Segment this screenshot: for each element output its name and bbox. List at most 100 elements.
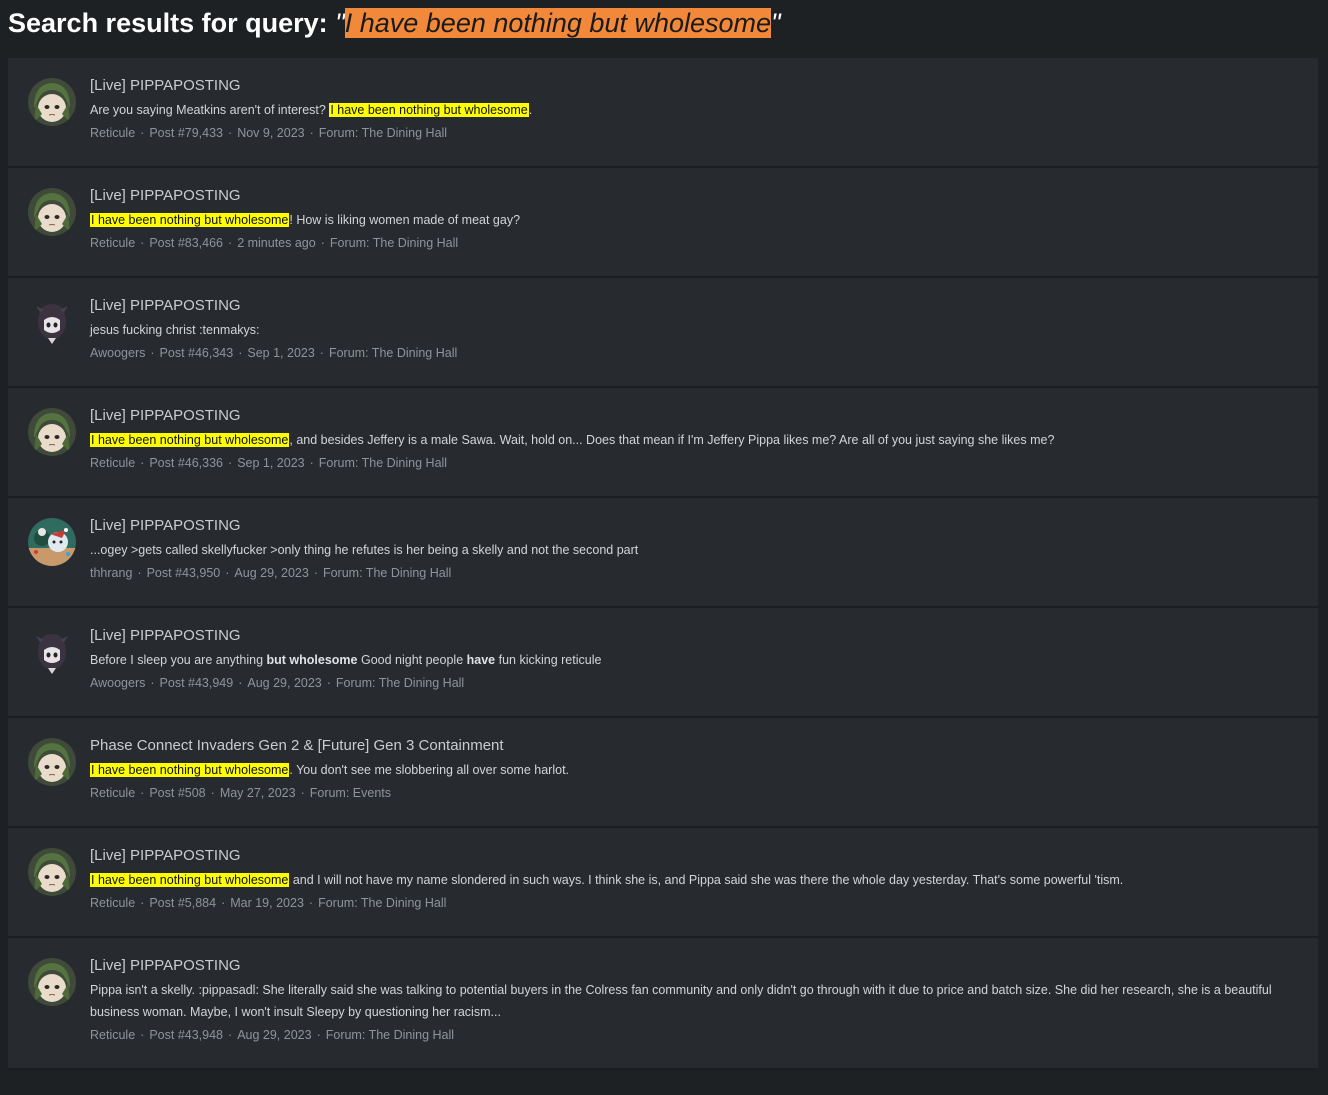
result-meta: Reticule · Post #83,466 · 2 minutes ago · Foru… xyxy=(90,236,459,250)
search-result[interactable]: [Live] PIPPAPOSTING jesus fucking christ… xyxy=(8,278,1318,388)
result-author-link[interactable]: Reticule xyxy=(90,896,135,910)
result-thread-title[interactable]: [Live] PIPPAPOSTING xyxy=(90,956,1278,976)
result-forum-link[interactable]: Forum: Events xyxy=(310,786,391,800)
result-author-link[interactable]: Reticule xyxy=(90,786,135,800)
result-forum-link[interactable]: Forum: The Dining Hall xyxy=(318,896,446,910)
search-result[interactable]: [Live] PIPPAPOSTING Are you saying Meatk… xyxy=(8,58,1318,168)
snippet-match: have xyxy=(466,653,496,667)
search-result[interactable]: [Live] PIPPAPOSTING Pippa isn't a skelly… xyxy=(8,938,1318,1070)
result-thread-title[interactable]: Phase Connect Invaders Gen 2 & [Future] … xyxy=(90,736,1278,756)
avatar[interactable] xyxy=(28,848,76,896)
result-thread-title[interactable]: [Live] PIPPAPOSTING xyxy=(90,516,1278,536)
result-post-link[interactable]: Post #43,950 xyxy=(147,566,221,580)
result-thread-title[interactable]: [Live] PIPPAPOSTING xyxy=(90,406,1278,426)
avatar[interactable] xyxy=(28,738,76,786)
snippet-text: ! How is liking women made of meat gay? xyxy=(289,213,521,227)
snippet-text: . You don't see me slobbering all over s… xyxy=(289,763,570,777)
result-snippet: Before I sleep you are anything but whol… xyxy=(90,649,1278,671)
result-date: Aug 29, 2023 xyxy=(237,1028,312,1042)
result-forum-link[interactable]: Forum: The Dining Hall xyxy=(319,456,447,470)
result-snippet: I have been nothing but wholesome and I … xyxy=(90,869,1278,891)
snippet-text: , and besides Jeffery is a male Sawa. Wa… xyxy=(289,433,1055,447)
snippet-text: . xyxy=(528,103,533,117)
result-post-link[interactable]: Post #508 xyxy=(149,786,205,800)
result-author-link[interactable]: Awoogers xyxy=(90,676,145,690)
result-snippet: I have been nothing but wholesome, and b… xyxy=(90,429,1278,451)
result-meta: thhrang · Post #43,950 · Aug 29, 2023 · Forum:… xyxy=(90,566,452,580)
result-author-link[interactable]: Reticule xyxy=(90,126,135,140)
snippet-text: Are you saying Meatkins aren't of intere… xyxy=(90,103,330,117)
result-forum-link[interactable]: Forum: The Dining Hall xyxy=(329,346,457,360)
heading-label: Search results for query: xyxy=(8,8,328,38)
result-thread-title[interactable]: [Live] PIPPAPOSTING xyxy=(90,626,1278,646)
result-post-link[interactable]: Post #5,884 xyxy=(149,896,216,910)
avatar[interactable] xyxy=(28,628,76,676)
query-close-quote: " xyxy=(771,8,781,38)
snippet-text: Before I sleep you are anything xyxy=(90,653,267,667)
search-result[interactable]: [Live] PIPPAPOSTING I have been nothing … xyxy=(8,828,1318,938)
result-date: 2 minutes ago xyxy=(237,236,316,250)
result-meta: Awoogers · Post #43,949 · Aug 29, 2023 · Forum… xyxy=(90,676,465,690)
search-result[interactable]: [Live] PIPPAPOSTING I have been nothing … xyxy=(8,168,1318,278)
result-meta: Awoogers · Post #46,343 · Sep 1, 2023 · Forum:… xyxy=(90,346,458,360)
query-open-quote: " xyxy=(335,8,345,38)
snippet-text: and I will not have my name slondered in… xyxy=(289,873,1124,887)
snippet-text: jesus fucking christ :tenmakys: xyxy=(90,323,260,337)
result-thread-title[interactable]: [Live] PIPPAPOSTING xyxy=(90,76,1278,96)
result-date: Sep 1, 2023 xyxy=(237,456,305,470)
result-snippet: I have been nothing but wholesome! How i… xyxy=(90,209,1278,231)
avatar[interactable] xyxy=(28,78,76,126)
avatar[interactable] xyxy=(28,188,76,236)
result-forum-link[interactable]: Forum: The Dining Hall xyxy=(326,1028,454,1042)
result-post-link[interactable]: Post #83,466 xyxy=(149,236,223,250)
search-result[interactable]: [Live] PIPPAPOSTING Before I sleep you a… xyxy=(8,608,1318,718)
result-author-link[interactable]: Reticule xyxy=(90,456,135,470)
page-title: Search results for query: "I have been n… xyxy=(0,0,1328,48)
snippet-highlight: I have been nothing but wholesome xyxy=(90,873,290,887)
result-post-link[interactable]: Post #46,336 xyxy=(149,456,223,470)
result-meta: Reticule · Post #508 · May 27, 2023 · Forum: E… xyxy=(90,786,392,800)
result-thread-title[interactable]: [Live] PIPPAPOSTING xyxy=(90,296,1278,316)
snippet-text: Good night people xyxy=(357,653,467,667)
result-forum-link[interactable]: Forum: The Dining Hall xyxy=(336,676,464,690)
result-thread-title[interactable]: [Live] PIPPAPOSTING xyxy=(90,846,1278,866)
result-post-link[interactable]: Post #46,343 xyxy=(160,346,234,360)
result-meta: Reticule · Post #5,884 · Mar 19, 2023 · Forum:… xyxy=(90,896,447,910)
query-text: "I have been nothing but wholesome" xyxy=(335,8,781,38)
search-results-list: [Live] PIPPAPOSTING Are you saying Meatk… xyxy=(8,58,1318,1070)
avatar[interactable] xyxy=(28,408,76,456)
avatar[interactable] xyxy=(28,298,76,346)
result-forum-link[interactable]: Forum: The Dining Hall xyxy=(330,236,458,250)
result-snippet: ...ogey >gets called skellyfucker >only … xyxy=(90,539,1278,561)
result-date: Sep 1, 2023 xyxy=(247,346,315,360)
search-result[interactable]: [Live] PIPPAPOSTING I have been nothing … xyxy=(8,388,1318,498)
result-author-link[interactable]: Reticule xyxy=(90,1028,135,1042)
result-snippet: Are you saying Meatkins aren't of intere… xyxy=(90,99,1278,121)
snippet-highlight: I have been nothing but wholesome xyxy=(90,213,290,227)
result-author-link[interactable]: thhrang xyxy=(90,566,132,580)
snippet-text: ...ogey >gets called skellyfucker >only … xyxy=(90,543,639,557)
result-snippet: Pippa isn't a skelly. :pippasadl: She li… xyxy=(90,979,1278,1023)
result-forum-link[interactable]: Forum: The Dining Hall xyxy=(319,126,447,140)
result-snippet: I have been nothing but wholesome. You d… xyxy=(90,759,1278,781)
result-meta: Reticule · Post #43,948 · Aug 29, 2023 · Forum… xyxy=(90,1028,455,1042)
result-post-link[interactable]: Post #43,949 xyxy=(160,676,234,690)
result-post-link[interactable]: Post #79,433 xyxy=(149,126,223,140)
result-meta: Reticule · Post #46,336 · Sep 1, 2023 · Forum:… xyxy=(90,456,448,470)
snippet-match: but wholesome xyxy=(266,653,358,667)
avatar[interactable] xyxy=(28,518,76,566)
search-result[interactable]: [Live] PIPPAPOSTING ...ogey >gets called… xyxy=(8,498,1318,608)
snippet-highlight: I have been nothing but wholesome xyxy=(329,103,529,117)
result-snippet: jesus fucking christ :tenmakys: xyxy=(90,319,1278,341)
search-result[interactable]: Phase Connect Invaders Gen 2 & [Future] … xyxy=(8,718,1318,828)
snippet-highlight: I have been nothing but wholesome xyxy=(90,433,290,447)
result-author-link[interactable]: Awoogers xyxy=(90,346,145,360)
query-highlight: I have been nothing but wholesome xyxy=(344,8,772,38)
result-thread-title[interactable]: [Live] PIPPAPOSTING xyxy=(90,186,1278,206)
avatar[interactable] xyxy=(28,958,76,1006)
snippet-highlight: I have been nothing but wholesome xyxy=(90,763,290,777)
result-date: Nov 9, 2023 xyxy=(237,126,305,140)
result-forum-link[interactable]: Forum: The Dining Hall xyxy=(323,566,451,580)
result-author-link[interactable]: Reticule xyxy=(90,236,135,250)
result-post-link[interactable]: Post #43,948 xyxy=(149,1028,223,1042)
